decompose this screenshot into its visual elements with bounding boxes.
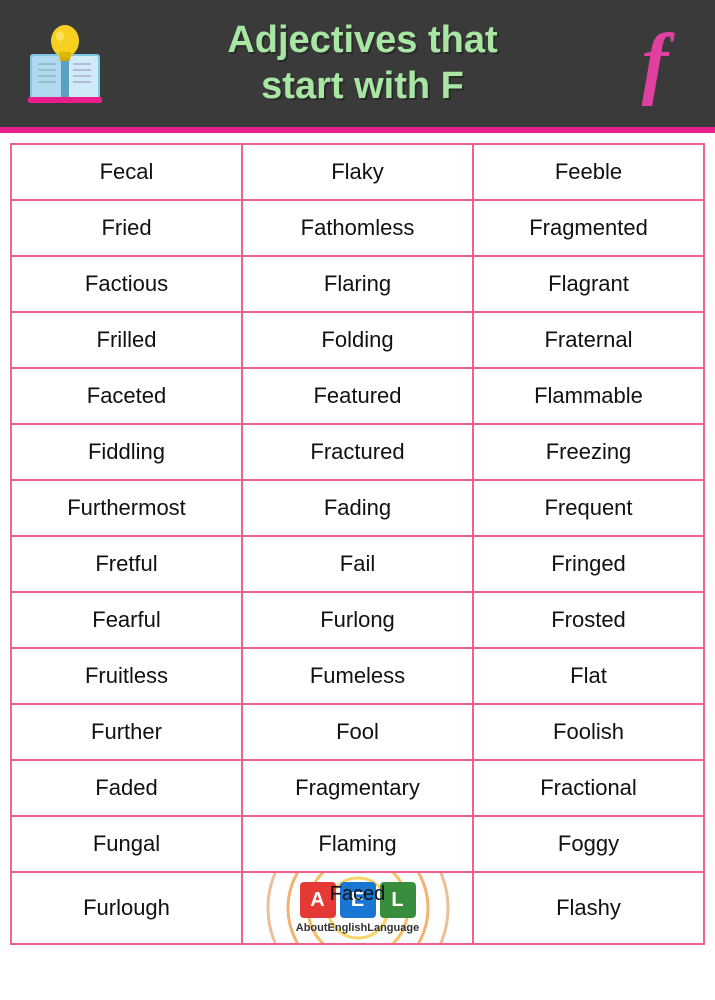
letter-f-decoration: f — [615, 18, 695, 109]
table-cell: Frosted — [473, 592, 704, 648]
table-cell: Fraternal — [473, 312, 704, 368]
table-cell: Flat — [473, 648, 704, 704]
table-cell: Furlong — [242, 592, 473, 648]
table-cell: Fecal — [11, 144, 242, 200]
table-cell: Fretful — [11, 536, 242, 592]
table-cell: Fungal — [11, 816, 242, 872]
table-row: FrilledFoldingFraternal — [11, 312, 704, 368]
table-row: FruitlessFumelessFlat — [11, 648, 704, 704]
table-cell: Fiddling — [11, 424, 242, 480]
table-cell: Fractional — [473, 760, 704, 816]
table-row: FungalFlamingFoggy — [11, 816, 704, 872]
table-cell: Fractured — [242, 424, 473, 480]
table-cell: Foggy — [473, 816, 704, 872]
table-cell: Fumeless — [242, 648, 473, 704]
table-row: FadedFragmentaryFractional — [11, 760, 704, 816]
table-cell: Fading — [242, 480, 473, 536]
page-header: Adjectives that start with F f — [0, 0, 715, 127]
table-cell: Flaring — [242, 256, 473, 312]
table-cell: Folding — [242, 312, 473, 368]
book-icon — [20, 19, 110, 109]
table-cell: Faded — [11, 760, 242, 816]
table-cell: Flagrant — [473, 256, 704, 312]
table-row: FearfulFurlongFrosted — [11, 592, 704, 648]
table-cell: Faced A E L — [242, 872, 473, 944]
table-cell: Furthermost — [11, 480, 242, 536]
table-cell: Frequent — [473, 480, 704, 536]
table-cell: Fathomless — [242, 200, 473, 256]
table-row: FurthermostFadingFrequent — [11, 480, 704, 536]
table-row: FactiousFlaringFlagrant — [11, 256, 704, 312]
adjectives-table: FecalFlakyFeebleFriedFathomlessFragmente… — [10, 143, 705, 945]
table-cell: Fool — [242, 704, 473, 760]
table-row: FurtherFoolFoolish — [11, 704, 704, 760]
table-cell: Furlough — [11, 872, 242, 944]
table-cell: Factious — [11, 256, 242, 312]
adjectives-table-container: FecalFlakyFeebleFriedFathomlessFragmente… — [0, 133, 715, 955]
table-row: FacetedFeaturedFlammable — [11, 368, 704, 424]
table-cell: Feeble — [473, 144, 704, 200]
table-row: FriedFathomlessFragmented — [11, 200, 704, 256]
table-cell: Fail — [242, 536, 473, 592]
table-cell: Flammable — [473, 368, 704, 424]
table-cell: Frilled — [11, 312, 242, 368]
table-cell: Flaming — [242, 816, 473, 872]
table-cell: Freezing — [473, 424, 704, 480]
table-cell: Featured — [242, 368, 473, 424]
table-cell: Foolish — [473, 704, 704, 760]
table-cell: Fried — [11, 200, 242, 256]
table-cell: Fragmentary — [242, 760, 473, 816]
table-cell: Flashy — [473, 872, 704, 944]
table-cell: Fringed — [473, 536, 704, 592]
table-row: FretfulFailFringed — [11, 536, 704, 592]
table-row: FiddlingFracturedFreezing — [11, 424, 704, 480]
table-cell: Fragmented — [473, 200, 704, 256]
table-cell: Fearful — [11, 592, 242, 648]
table-row: FecalFlakyFeeble — [11, 144, 704, 200]
table-cell: Flaky — [242, 144, 473, 200]
table-cell: Further — [11, 704, 242, 760]
table-cell: Fruitless — [11, 648, 242, 704]
table-row: Furlough Faced A E L — [11, 872, 704, 944]
table-cell: Faceted — [11, 368, 242, 424]
page-title: Adjectives that start with F — [110, 18, 615, 109]
